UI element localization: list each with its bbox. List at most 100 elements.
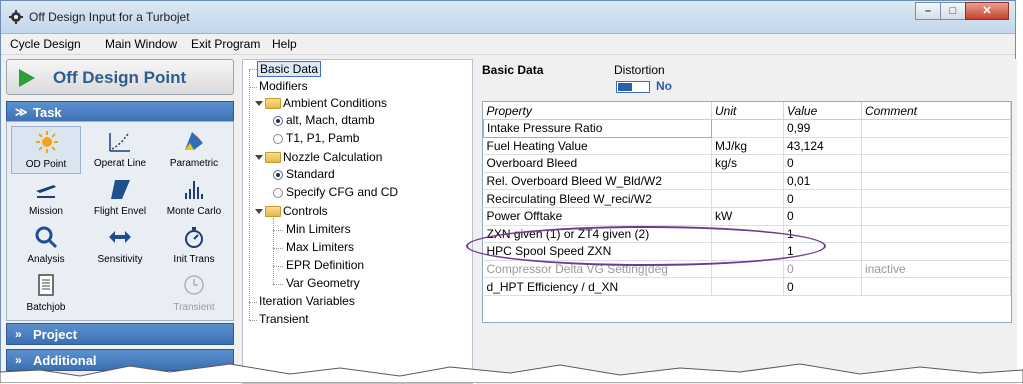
table-row[interactable]: d_HPT Efficiency / d_XN 0 — [483, 277, 1011, 296]
expand-arrow-icon[interactable] — [255, 209, 263, 214]
unit-cell — [711, 277, 784, 296]
clock-icon — [184, 275, 204, 295]
table-row[interactable]: Intake Pressure Ratio 0,99 — [483, 119, 1011, 138]
column-header[interactable]: Property — [483, 102, 712, 120]
comment-cell[interactable] — [861, 189, 1011, 208]
column-header[interactable]: Comment — [861, 102, 1011, 120]
off-design-point-button[interactable]: Off Design Point — [6, 59, 234, 95]
operating-line-icon — [109, 133, 130, 152]
tree-controls[interactable]: Controls — [283, 204, 328, 218]
basic-data-panel: Basic Data Distortion No Property Unit V… — [466, 59, 1017, 384]
task-flight-envel[interactable]: Flight Envel — [85, 174, 155, 222]
tree-modifiers[interactable]: Modifiers — [259, 79, 308, 93]
minimize-button[interactable]: – — [915, 2, 941, 20]
tree-max-limiters[interactable]: Max Limiters — [286, 240, 354, 254]
menu-help[interactable]: Help — [272, 37, 297, 51]
flight-envelope-icon — [111, 180, 130, 199]
task-section-header[interactable]: ≫ Task — [6, 101, 234, 123]
folder-icon — [265, 98, 281, 109]
comment-cell[interactable] — [861, 225, 1011, 244]
value-cell[interactable]: 0 — [783, 207, 862, 226]
unit-cell — [711, 242, 784, 261]
value-cell[interactable]: 1 — [783, 225, 862, 244]
table-row[interactable]: Fuel Heating Value MJ/kg 43,124 — [483, 137, 1011, 156]
tree-nozzle-option-1[interactable]: Standard — [286, 167, 335, 181]
property-cell: Recirculating Bleed W_reci/W2 — [483, 189, 712, 208]
radio-t1-p1-pamb[interactable] — [273, 134, 283, 144]
table-row[interactable]: ZXN given (1) or ZT4 given (2) 1 — [483, 225, 1011, 244]
task-label: Init Trans — [173, 254, 215, 265]
radio-alt-mach-dtamb[interactable] — [273, 116, 283, 126]
task-sensitivity[interactable]: Sensitivity — [85, 222, 155, 270]
value-cell[interactable]: 0 — [783, 189, 862, 208]
comment-cell[interactable]: inactive — [861, 260, 1011, 279]
tree-ambient-option-2[interactable]: T1, P1, Pamb — [286, 131, 359, 145]
tree-epr-definition[interactable]: EPR Definition — [286, 258, 364, 272]
close-button[interactable]: ✕ — [965, 2, 1009, 20]
expand-arrow-icon[interactable] — [255, 101, 263, 106]
property-cell: Overboard Bleed — [483, 154, 712, 173]
table-row[interactable]: Power Offtake kW 0 — [483, 207, 1011, 226]
tree-line — [249, 320, 257, 321]
value-cell[interactable]: 0 — [783, 277, 862, 296]
menu-exit-program[interactable]: Exit Program — [191, 37, 260, 51]
tree-min-limiters[interactable]: Min Limiters — [286, 222, 351, 236]
column-header[interactable]: Value — [783, 102, 862, 120]
tree-transient[interactable]: Transient — [259, 312, 309, 326]
unit-cell — [711, 260, 784, 279]
value-cell[interactable]: 0 — [783, 260, 862, 279]
table-row[interactable]: HPC Spool Speed ZXN 1 — [483, 242, 1011, 261]
comment-cell[interactable] — [861, 154, 1011, 173]
close-icon: ✕ — [982, 5, 992, 17]
tree-line — [249, 87, 257, 88]
table-row[interactable]: Compressor Delta VG Setting[deg 0 inacti… — [483, 260, 1011, 279]
task-parametric[interactable]: Parametric — [159, 126, 229, 174]
task-od-point[interactable]: OD Point — [11, 126, 81, 174]
task-batchjob[interactable]: Batchjob — [11, 270, 81, 318]
tree-line — [273, 266, 283, 267]
task-label: Parametric — [169, 158, 219, 169]
comment-cell[interactable] — [861, 137, 1011, 156]
properties-grid: Property Unit Value Comment Intake Press… — [482, 101, 1012, 323]
tree-line — [273, 230, 283, 231]
value-cell[interactable]: 43,124 — [783, 137, 862, 156]
table-row[interactable]: Rel. Overboard Bleed W_Bld/W2 0,01 — [483, 172, 1011, 191]
task-mission[interactable]: Mission — [11, 174, 81, 222]
value-cell[interactable]: 1 — [783, 242, 862, 261]
task-init-trans[interactable]: Init Trans — [159, 222, 229, 270]
tree-iteration-variables[interactable]: Iteration Variables — [259, 294, 355, 308]
tree-nozzle-option-2[interactable]: Specify CFG and CD — [286, 185, 398, 199]
tree-ambient-conditions[interactable]: Ambient Conditions — [283, 96, 387, 110]
task-monte-carlo[interactable]: Monte Carlo — [159, 174, 229, 222]
table-row[interactable]: Overboard Bleed kg/s 0 — [483, 154, 1011, 173]
menu-main-window[interactable]: Main Window — [105, 37, 177, 51]
task-transient: Transient — [159, 270, 229, 318]
tree-basic-data[interactable]: Basic Data — [257, 61, 322, 77]
tree-nozzle-calculation[interactable]: Nozzle Calculation — [283, 150, 382, 164]
task-analysis[interactable]: Analysis — [11, 222, 81, 270]
tree-var-geometry[interactable]: Var Geometry — [286, 276, 360, 290]
comment-cell[interactable] — [861, 119, 1011, 138]
distortion-toggle[interactable] — [616, 81, 650, 93]
property-cell: Rel. Overboard Bleed W_Bld/W2 — [483, 172, 712, 191]
value-cell[interactable]: 0 — [783, 154, 862, 173]
comment-cell[interactable] — [861, 242, 1011, 261]
task-operat-line[interactable]: Operat Line — [85, 126, 155, 174]
tree-ambient-option-1[interactable]: alt, Mach, dtamb — [286, 113, 375, 127]
expand-arrow-icon[interactable] — [255, 155, 263, 160]
chevron-down-icon: » — [15, 327, 22, 341]
comment-cell[interactable] — [861, 172, 1011, 191]
table-row[interactable]: Recirculating Bleed W_reci/W2 0 — [483, 189, 1011, 208]
maximize-button[interactable]: □ — [940, 2, 966, 20]
menu-cycle-design[interactable]: Cycle Design — [10, 37, 81, 51]
radio-standard[interactable] — [273, 170, 283, 180]
radio-specify-cfg-cd[interactable] — [273, 188, 283, 198]
column-header[interactable]: Unit — [711, 102, 784, 120]
comment-cell[interactable] — [861, 277, 1011, 296]
project-section-header[interactable]: » Project — [6, 323, 234, 345]
unit-cell: MJ/kg — [711, 137, 784, 156]
value-cell[interactable]: 0,01 — [783, 172, 862, 191]
comment-cell[interactable] — [861, 207, 1011, 226]
value-cell[interactable]: 0,99 — [783, 119, 862, 138]
magnifier-icon — [35, 226, 58, 249]
